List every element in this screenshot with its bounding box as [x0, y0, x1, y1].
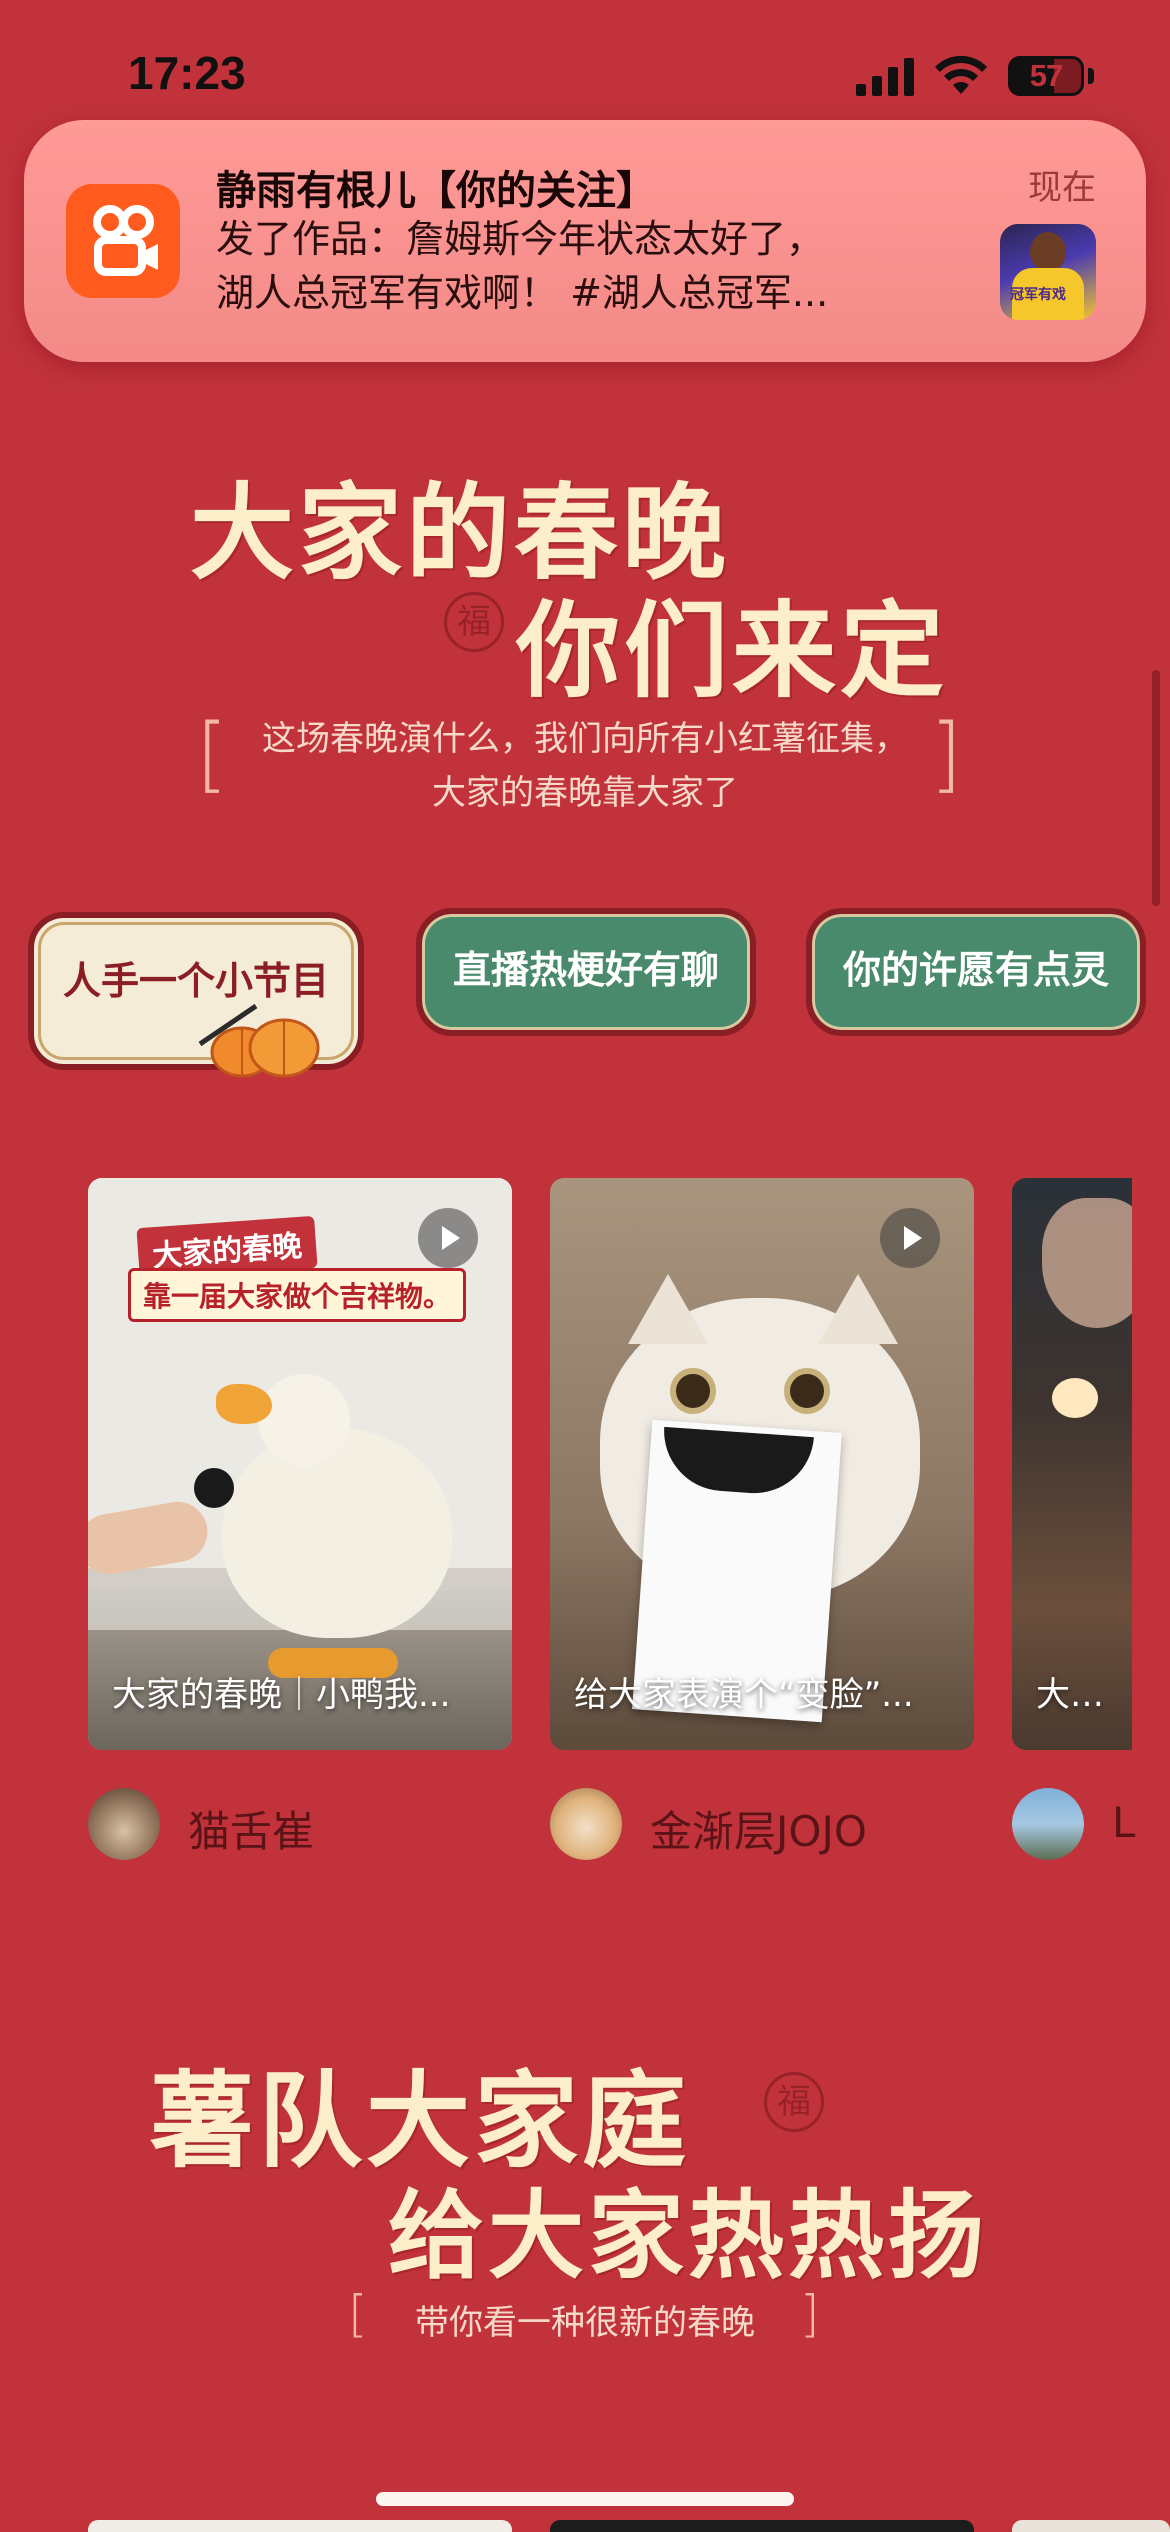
scrollbar[interactable] [1152, 670, 1160, 906]
cellular-signal-icon [856, 58, 914, 96]
avatar [550, 1788, 622, 1860]
cat-ear-right [818, 1274, 898, 1344]
author-row[interactable]: 金渐层JOJO [550, 1788, 930, 1862]
kuaishou-app-icon [66, 184, 180, 298]
card-caption: 大家的 [1036, 1675, 1132, 1715]
hero-subtitle-line-1: 这场春晚演什么，我们向所有小红薯征集， [262, 719, 908, 759]
duck-body [222, 1428, 452, 1638]
hero-subtitle-line-2: 大家的春晚靠大家了 [432, 773, 738, 813]
battery-level: 57 [1029, 58, 1063, 93]
cat-ear-left [628, 1274, 708, 1344]
home-indicator[interactable] [376, 2492, 794, 2506]
avatar [1012, 1788, 1084, 1860]
video-card-cat[interactable]: 给大家表演个“变脸”... [550, 1178, 974, 1750]
person-face [1042, 1198, 1132, 1328]
author-row[interactable]: L [1012, 1788, 1140, 1862]
avatar [88, 1788, 160, 1860]
battery-cap [1088, 68, 1094, 84]
notification-time: 现在 [1028, 168, 1096, 208]
next-card-peek [88, 2520, 512, 2532]
notification-line-1: 发了作品：詹姆斯今年状态太好了， [216, 217, 825, 261]
status-bar: 17:23 57 [0, 0, 1170, 120]
section-title-line-2: 给大家热热扬 [388, 2179, 988, 2292]
author-name: 猫舌崔 [188, 1807, 315, 1856]
tab-live-memes[interactable]: 直播热梗好有聊 [416, 908, 756, 1036]
duck-beak [216, 1384, 272, 1424]
video-card-third[interactable]: 大家的 [1012, 1178, 1132, 1750]
wifi-icon [935, 55, 987, 94]
battery-icon: 57 [1008, 56, 1084, 96]
lantern-icon [198, 1003, 320, 1078]
lamp [1052, 1378, 1098, 1418]
hero-subtitle: 这场春晚演什么，我们向所有小红薯征集， 大家的春晚靠大家了 [230, 712, 940, 820]
hero-title-line-2: 你们来定 [516, 589, 949, 712]
fu-seal-icon: 福 [764, 2072, 824, 2132]
left-bracket: [ [348, 2285, 368, 2343]
tab-wishes[interactable]: 你的许愿有点灵 [806, 908, 1146, 1036]
card-caption: 给大家表演个“变脸”... [574, 1675, 914, 1715]
duck-head [258, 1374, 350, 1466]
microphone [194, 1468, 234, 1508]
card-sticker: 大家的春晚 靠一届大家做个吉祥物。 [128, 1215, 468, 1322]
author-name: L [1112, 1798, 1136, 1847]
card-sticker-line-2: 靠一届大家做个吉祥物。 [128, 1268, 467, 1322]
author-name: 金渐层JOJO [650, 1807, 867, 1856]
play-icon [880, 1208, 940, 1268]
notification-line-2: 湖人总冠军有戏啊！ #湖人总冠军... [216, 271, 829, 315]
notification-body: 发了作品：詹姆斯今年状态太好了， 湖人总冠军有戏啊！ #湖人总冠军... [216, 212, 996, 320]
left-bracket: [ [196, 707, 228, 802]
author-row[interactable]: 猫舌崔 [88, 1788, 408, 1862]
notification-thumbnail: 冠军有戏 [1000, 224, 1096, 320]
play-icon [418, 1208, 478, 1268]
next-card-peek [1012, 2520, 1170, 2532]
card-caption: 大家的春晚｜小鸭我... [112, 1675, 451, 1715]
right-bracket: ] [800, 2285, 820, 2343]
notification-title: 静雨有根儿【你的关注】 [216, 168, 656, 214]
fu-seal-icon: 福 [444, 592, 504, 652]
section-subtitle: 带你看一种很新的春晚 [415, 2303, 755, 2343]
next-card-peek [550, 2520, 974, 2532]
thumbnail-text: 冠军有戏 [1010, 287, 1066, 303]
cat-eye-right [784, 1368, 830, 1414]
cat-eye-left [670, 1368, 716, 1414]
push-notification[interactable]: 静雨有根儿【你的关注】 现在 发了作品：詹姆斯今年状态太好了， 湖人总冠军有戏啊… [24, 120, 1146, 362]
video-card-duck[interactable]: 大家的春晚 靠一届大家做个吉祥物。 大家的春晚｜小鸭我... [88, 1178, 512, 1750]
status-time: 17:23 [128, 47, 246, 99]
